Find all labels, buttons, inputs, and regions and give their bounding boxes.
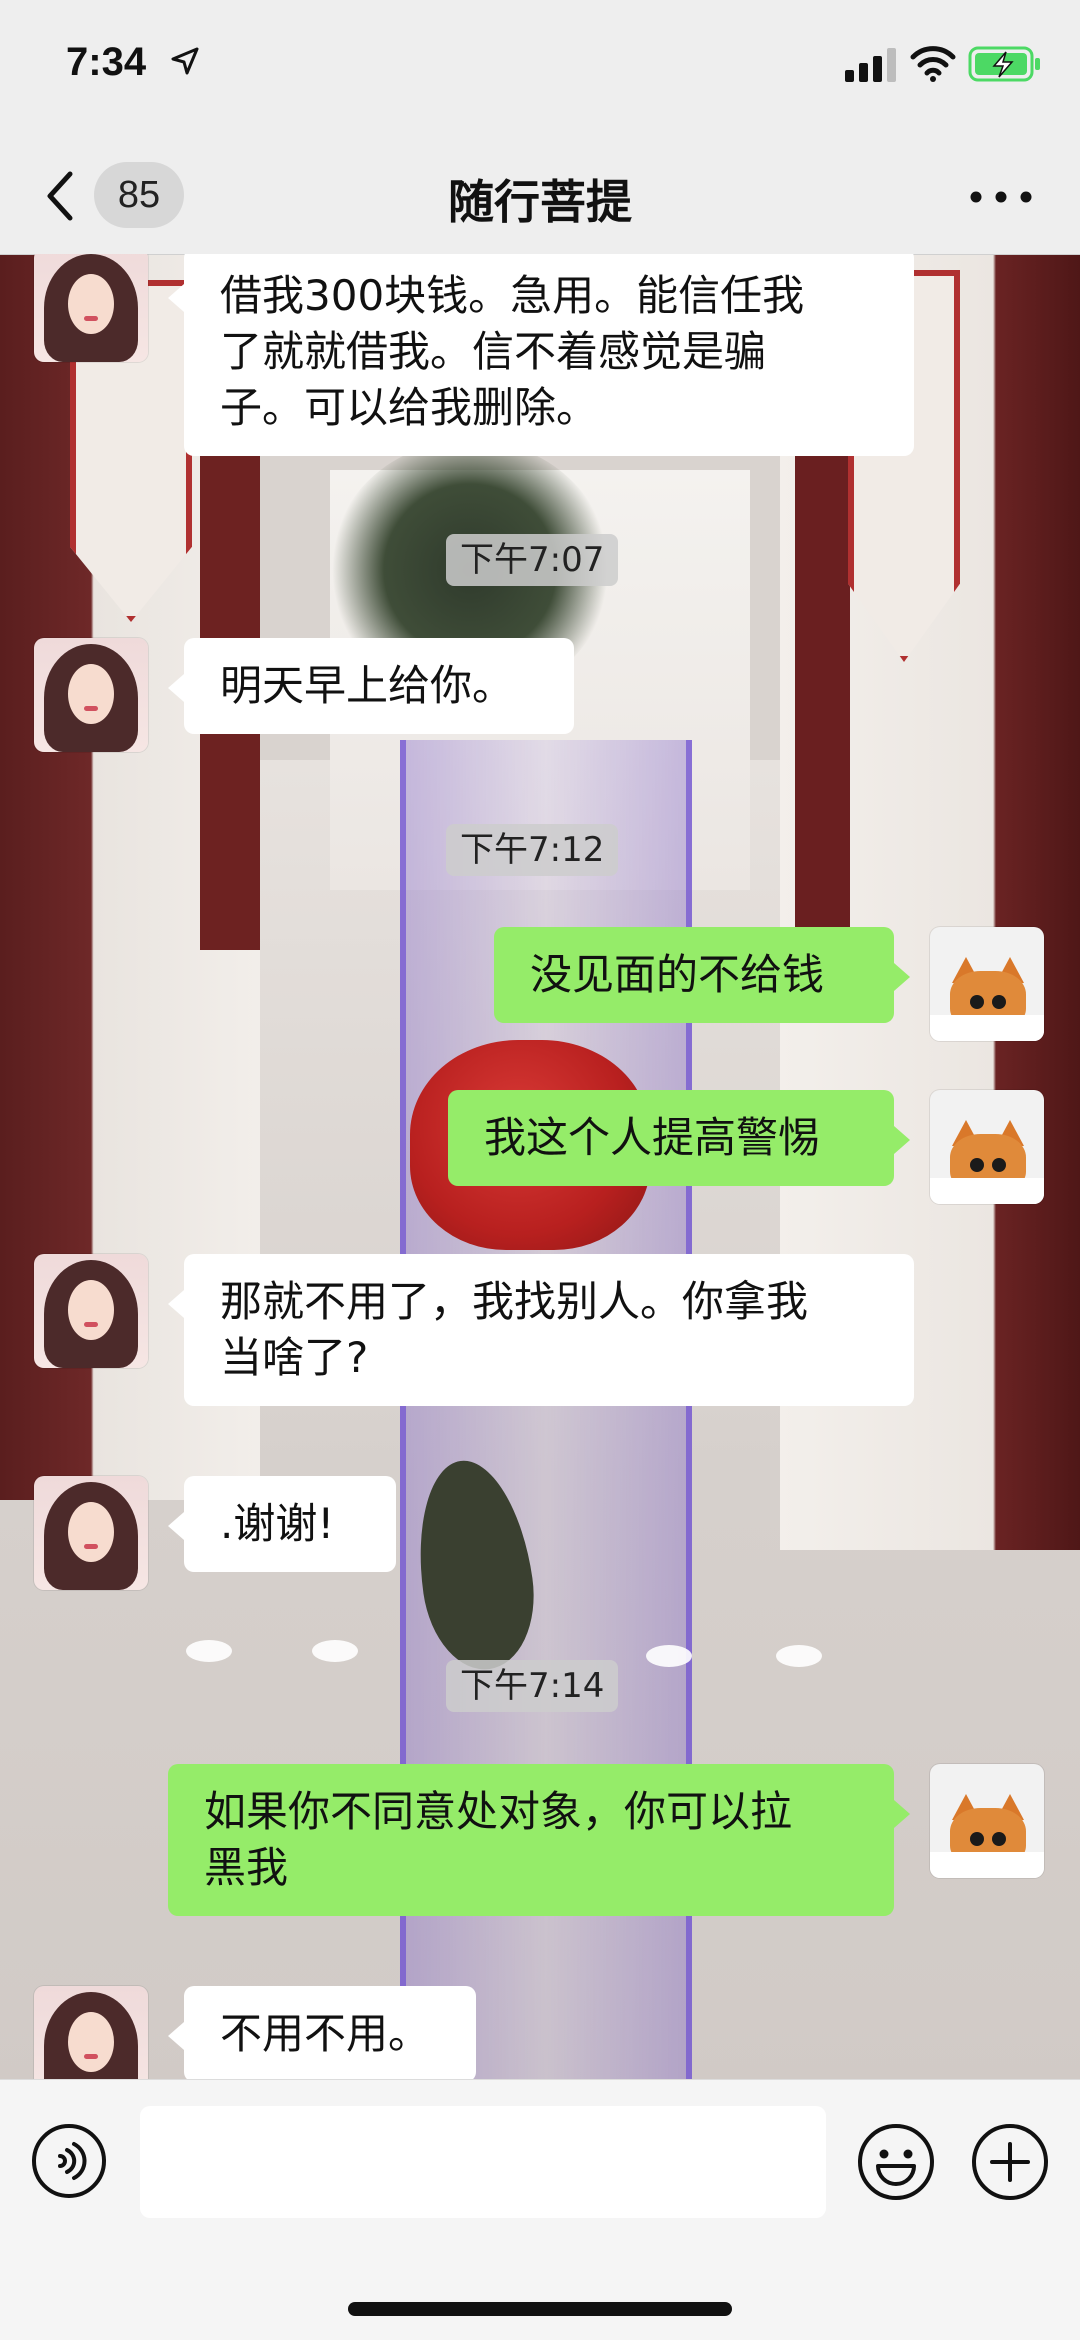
input-bar bbox=[0, 2079, 1080, 2340]
message-line: 那就不用了，我找别人。你拿我 bbox=[220, 1277, 809, 1326]
status-bar: 7:34 bbox=[0, 0, 1080, 138]
message-line: 了就就借我。信不着感觉是骗 bbox=[220, 327, 767, 376]
contact-avatar[interactable] bbox=[34, 1986, 148, 2079]
message-line: 没见面的不给钱 bbox=[530, 950, 825, 999]
emoji-icon[interactable] bbox=[856, 2122, 936, 2202]
my-avatar[interactable] bbox=[930, 927, 1044, 1041]
message-bubble[interactable]: 我这个人提高警惕 bbox=[448, 1090, 910, 1186]
message-line: 子。可以给我删除。 bbox=[220, 383, 599, 432]
chevron-left-icon[interactable] bbox=[40, 166, 80, 226]
timestamp: 下午7:14 bbox=[446, 1660, 619, 1712]
my-avatar[interactable] bbox=[930, 1090, 1044, 1204]
status-time: 7:34 bbox=[66, 40, 147, 84]
message-bubble[interactable]: 不用不用。 bbox=[168, 1986, 476, 2079]
message-line: 当啥了? bbox=[220, 1333, 369, 1382]
contact-avatar[interactable] bbox=[34, 1254, 148, 1368]
timestamp: 下午7:12 bbox=[446, 824, 619, 876]
home-indicator bbox=[348, 2302, 732, 2316]
message-line: 不用不用。 bbox=[220, 2009, 431, 2058]
contact-avatar[interactable] bbox=[34, 638, 148, 752]
message-bubble[interactable]: 明天早上给你。 bbox=[168, 638, 574, 734]
message-bubble[interactable]: 借我300块钱。急用。能信任我 了就就借我。信不着感觉是骗 子。可以给我删除。 bbox=[168, 254, 914, 456]
message-bubble[interactable]: 如果你不同意处对象，你可以拉 黑我 bbox=[168, 1764, 910, 1916]
message-input[interactable] bbox=[140, 2106, 826, 2218]
message-bubble[interactable]: 没见面的不给钱 bbox=[494, 927, 910, 1023]
more-icon[interactable] bbox=[966, 182, 1036, 212]
chat-header: 85 随行菩提 bbox=[0, 138, 1080, 255]
battery-charging-icon bbox=[968, 46, 1040, 82]
message-line: 我这个人提高警惕 bbox=[484, 1113, 821, 1162]
voice-icon[interactable] bbox=[30, 2122, 108, 2200]
contact-avatar[interactable] bbox=[34, 254, 148, 362]
message-line: 如果你不同意处对象，你可以拉 bbox=[204, 1787, 793, 1836]
message-bubble[interactable]: 那就不用了，我找别人。你拿我 当啥了? bbox=[168, 1254, 914, 1406]
my-avatar[interactable] bbox=[930, 1764, 1044, 1878]
unread-count-badge[interactable]: 85 bbox=[94, 162, 184, 228]
message-line: .谢谢! bbox=[220, 1499, 335, 1548]
signal-icon bbox=[845, 48, 896, 82]
wifi-icon bbox=[910, 46, 956, 82]
contact-avatar[interactable] bbox=[34, 1476, 148, 1590]
message-bubble[interactable]: .谢谢! bbox=[168, 1476, 396, 1572]
chat-title: 随行菩提 bbox=[448, 175, 632, 229]
message-line: 黑我 bbox=[204, 1843, 289, 1892]
message-line: 明天早上给你。 bbox=[220, 661, 515, 710]
location-arrow-icon bbox=[171, 47, 199, 75]
plus-icon[interactable] bbox=[970, 2122, 1050, 2202]
message-line: 借我300块钱。急用。能信任我 bbox=[220, 271, 805, 320]
message-list[interactable]: 借我300块钱。急用。能信任我 了就就借我。信不着感觉是骗 子。可以给我删除。 … bbox=[0, 254, 1080, 2079]
timestamp: 下午7:07 bbox=[446, 534, 619, 586]
